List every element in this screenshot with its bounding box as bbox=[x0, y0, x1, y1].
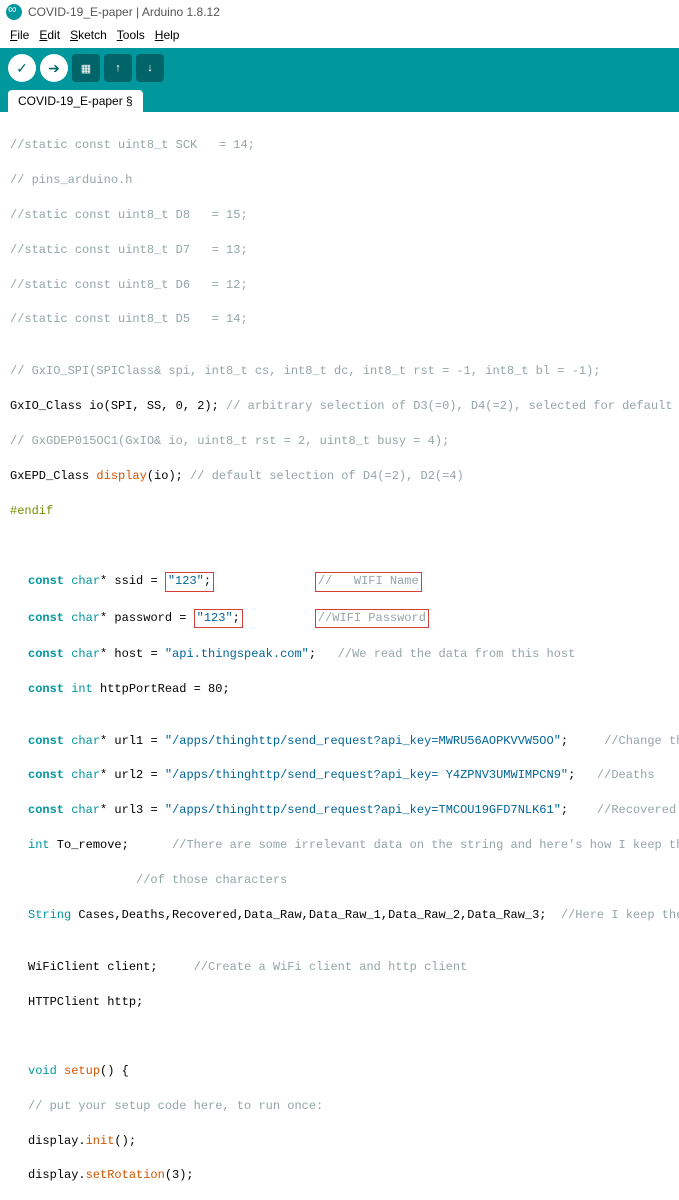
code-line: const char* host = "api.thingspeak.com";… bbox=[10, 646, 669, 663]
code-line-password: const char* password = "123"; //WIFI Pas… bbox=[10, 609, 669, 628]
code-line: String Cases,Deaths,Recovered,Data_Raw,D… bbox=[10, 907, 669, 924]
verify-button[interactable]: ✓ bbox=[8, 54, 36, 82]
code-line: //static const uint8_t D8 = 15; bbox=[10, 207, 669, 224]
ssid-comment-highlight: // WIFI Name bbox=[315, 572, 422, 591]
code-line: int To_remove; //There are some irreleva… bbox=[10, 837, 669, 854]
code-line: //of those characters bbox=[10, 872, 669, 889]
window-title: COVID-19_E-paper | Arduino 1.8.12 bbox=[28, 5, 220, 19]
password-highlight: "123"; bbox=[194, 609, 243, 628]
menu-file[interactable]: File bbox=[6, 26, 33, 44]
code-line: //static const uint8_t D7 = 13; bbox=[10, 242, 669, 259]
menu-tools[interactable]: Tools bbox=[113, 26, 149, 44]
tab-bar: COVID-19_E-paper § bbox=[0, 88, 679, 112]
code-editor[interactable]: //static const uint8_t SCK = 14; // pins… bbox=[0, 112, 679, 1200]
sketch-tab[interactable]: COVID-19_E-paper § bbox=[8, 90, 143, 112]
code-line: // GxIO_SPI(SPIClass& spi, int8_t cs, in… bbox=[10, 363, 669, 380]
code-line: HTTPClient http; bbox=[10, 994, 669, 1011]
code-line: void setup() { bbox=[10, 1063, 669, 1080]
code-line: #endif bbox=[10, 503, 669, 520]
code-line-ssid: const char* ssid = "123"; // WIFI Name bbox=[10, 572, 669, 591]
menu-edit[interactable]: Edit bbox=[35, 26, 64, 44]
menu-bar: File Edit Sketch Tools Help bbox=[0, 24, 679, 48]
upload-button[interactable]: ➔ bbox=[40, 54, 68, 82]
menu-sketch[interactable]: Sketch bbox=[66, 26, 111, 44]
toolbar: ✓ ➔ ▦ ↑ ↓ bbox=[0, 48, 679, 88]
code-line: GxEPD_Class display(io); // default sele… bbox=[10, 468, 669, 485]
code-line: WiFiClient client; //Create a WiFi clien… bbox=[10, 959, 669, 976]
code-line: GxIO_Class io(SPI, SS, 0, 2); // arbitra… bbox=[10, 398, 669, 415]
code-line: //static const uint8_t SCK = 14; bbox=[10, 137, 669, 154]
title-bar: COVID-19_E-paper | Arduino 1.8.12 bbox=[0, 0, 679, 24]
code-line: //static const uint8_t D6 = 12; bbox=[10, 277, 669, 294]
code-line: const int httpPortRead = 80; bbox=[10, 681, 669, 698]
code-line: //static const uint8_t D5 = 14; bbox=[10, 311, 669, 328]
code-line: // pins_arduino.h bbox=[10, 172, 669, 189]
open-button[interactable]: ↑ bbox=[104, 54, 132, 82]
code-line: // put your setup code here, to run once… bbox=[10, 1098, 669, 1115]
save-button[interactable]: ↓ bbox=[136, 54, 164, 82]
code-line: const char* url1 = "/apps/thinghttp/send… bbox=[10, 733, 669, 750]
menu-help[interactable]: Help bbox=[151, 26, 184, 44]
code-line: // GxGDEP015OC1(GxIO& io, uint8_t rst = … bbox=[10, 433, 669, 450]
new-button[interactable]: ▦ bbox=[72, 54, 100, 82]
arduino-icon bbox=[6, 4, 22, 20]
code-line: display.setRotation(3); bbox=[10, 1167, 669, 1184]
password-comment-highlight: //WIFI Password bbox=[315, 609, 429, 628]
code-line: const char* url3 = "/apps/thinghttp/send… bbox=[10, 802, 669, 819]
code-line: display.init(); bbox=[10, 1133, 669, 1150]
code-line: const char* url2 = "/apps/thinghttp/send… bbox=[10, 767, 669, 784]
ssid-highlight: "123"; bbox=[165, 572, 214, 591]
